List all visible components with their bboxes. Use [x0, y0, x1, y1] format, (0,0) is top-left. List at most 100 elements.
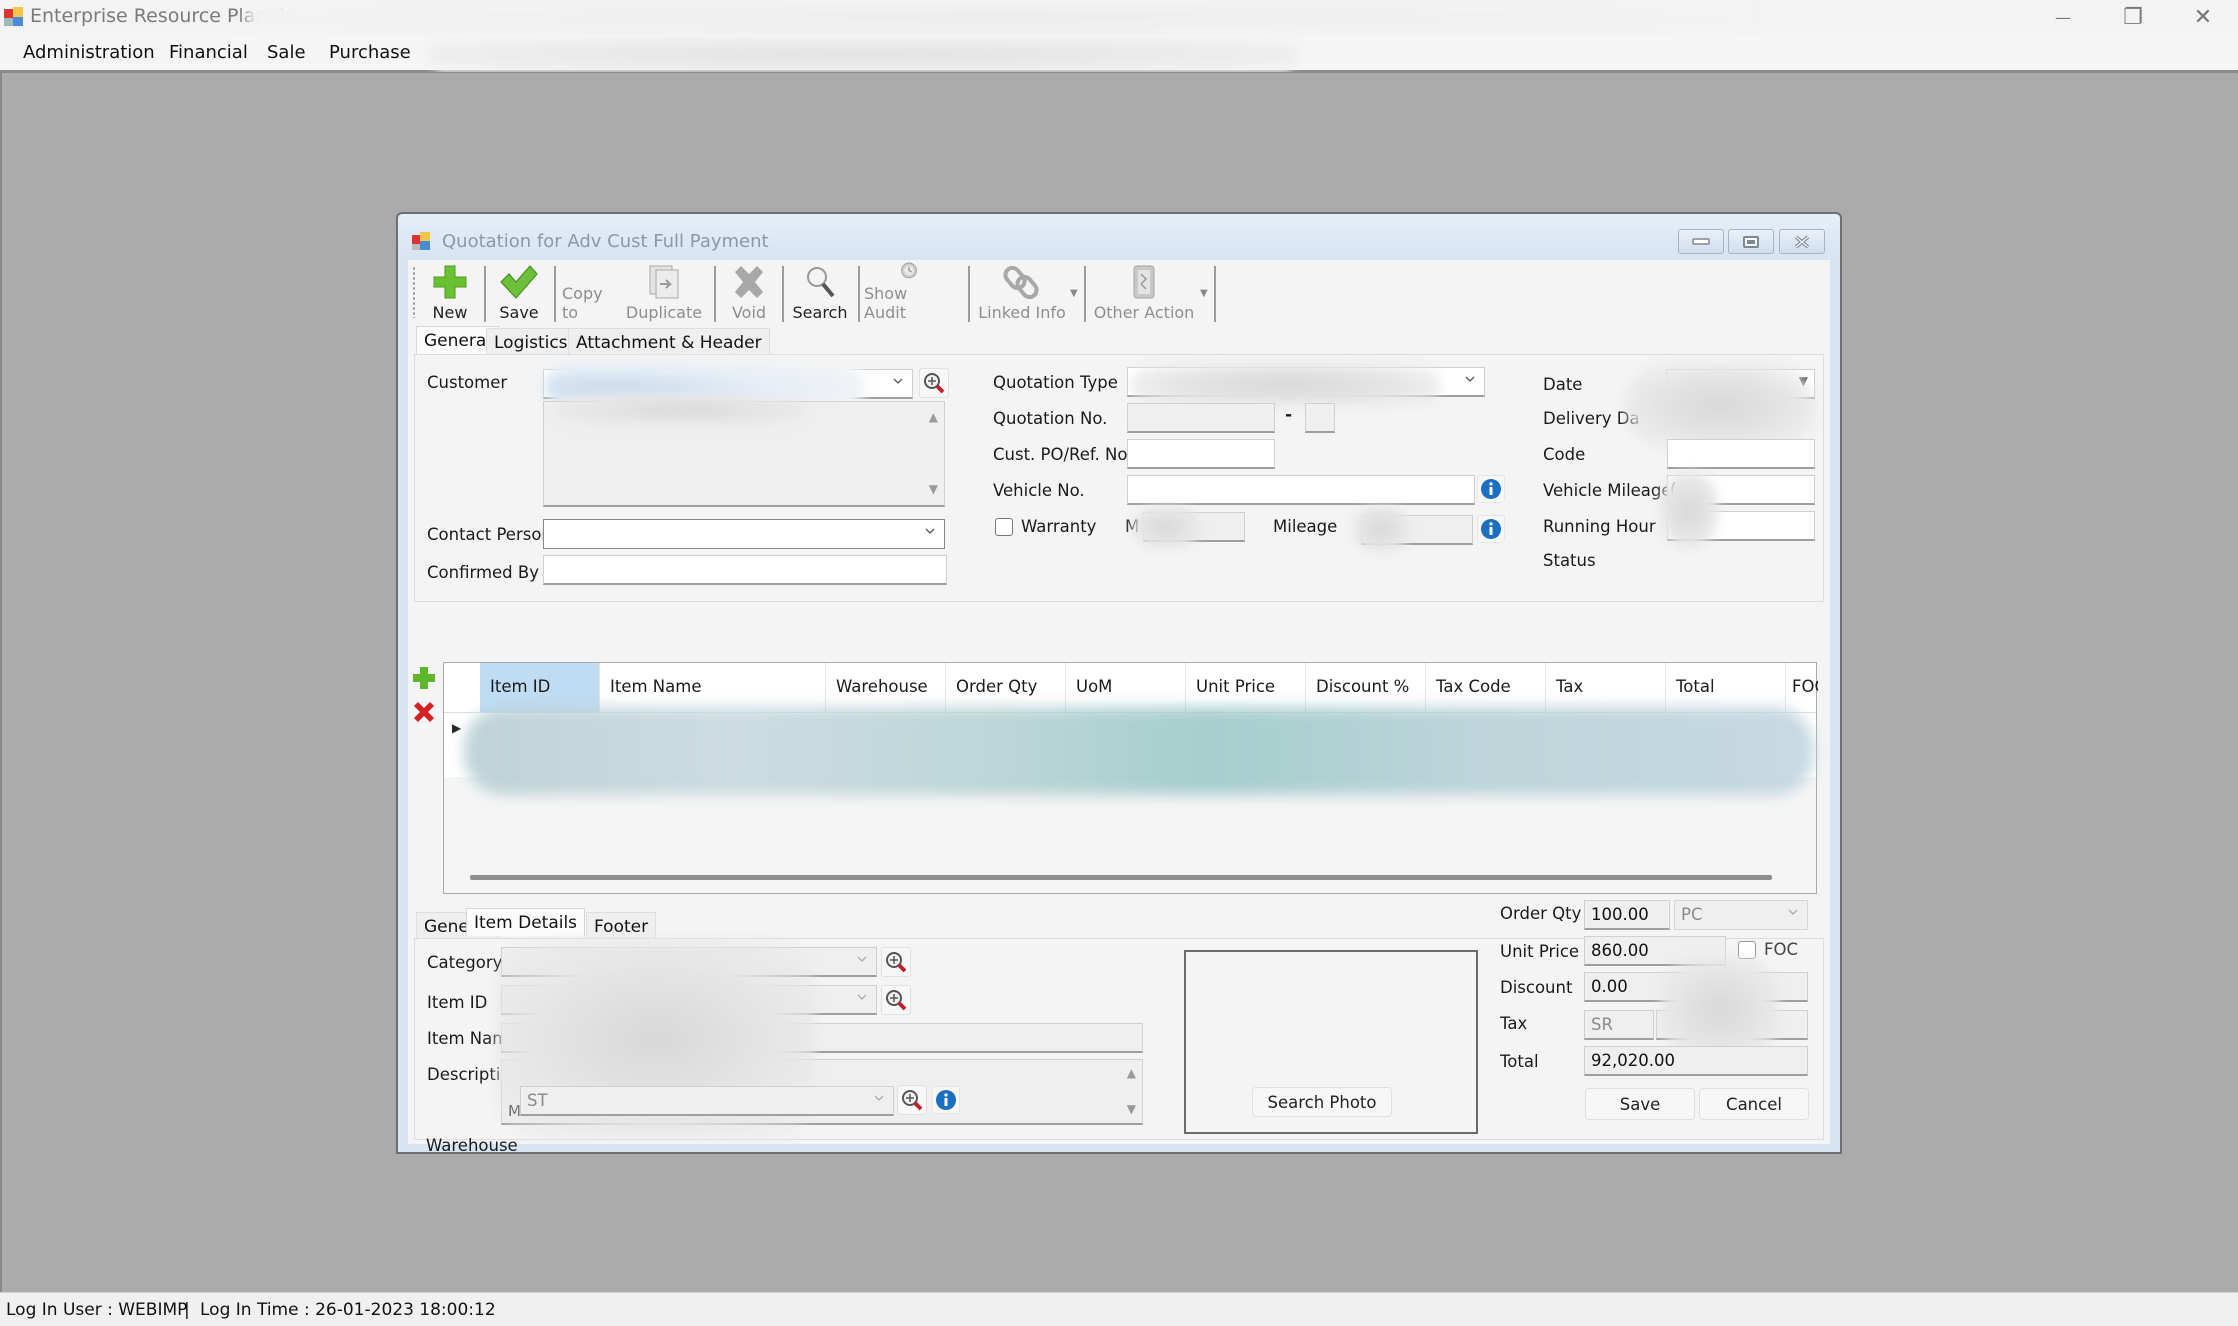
close-button[interactable]: ✕ [2168, 0, 2238, 34]
menu-purchase[interactable]: Purchase [318, 39, 422, 66]
column-header-discount[interactable]: Discount % [1306, 663, 1426, 713]
linked-info-dropdown-icon[interactable]: ▼ [1070, 288, 1078, 299]
other-action-dropdown-icon[interactable]: ▼ [1200, 288, 1208, 299]
code-input[interactable] [1667, 439, 1815, 469]
order-qty-input[interactable]: 100.00 [1584, 900, 1670, 930]
linked-info-button[interactable]: Linked Info [974, 262, 1070, 324]
minimize-button[interactable]: — [2028, 0, 2098, 34]
detail-tab-footer[interactable]: Footer [586, 912, 657, 940]
detail-tab-item-details[interactable]: Item Details [466, 908, 586, 936]
column-header-total[interactable]: Total [1666, 663, 1786, 713]
restore-button[interactable]: ❐ [2098, 0, 2168, 34]
dialog-maximize-button[interactable] [1728, 229, 1774, 254]
total-input[interactable]: 92,020.00 [1584, 1046, 1808, 1076]
item-cancel-button[interactable]: Cancel [1699, 1088, 1809, 1120]
add-row-button[interactable] [410, 664, 438, 692]
status-label: Status [1543, 551, 1596, 570]
redacted-address [555, 395, 805, 425]
scroll-down-icon[interactable]: ▼ [929, 482, 938, 496]
uom-value: PC [1681, 905, 1703, 924]
chevron-down-icon [893, 378, 903, 384]
column-header-warehouse[interactable]: Warehouse [826, 663, 946, 713]
quotation-type-label: Quotation Type [993, 373, 1118, 392]
redacted-mileage [1351, 505, 1411, 553]
column-header-unit-price[interactable]: Unit Price [1186, 663, 1306, 713]
row-selector-icon: ▶ [452, 721, 462, 735]
dialog-title-bar[interactable]: Quotation for Adv Cust Full Payment [398, 214, 1840, 260]
column-header-item-name[interactable]: Item Name [600, 663, 826, 713]
column-header-tax-code[interactable]: Tax Code [1426, 663, 1546, 713]
tab-attachment-header[interactable]: Attachment & Header [568, 328, 770, 356]
order-qty-value: 100.00 [1591, 905, 1649, 924]
minimize-icon: — [2055, 7, 2071, 27]
vehicle-no-label: Vehicle No. [993, 481, 1085, 500]
uom-combobox[interactable]: PC [1674, 900, 1808, 930]
magnifier-plus-icon [924, 373, 945, 394]
code-label: Code [1543, 445, 1586, 464]
dialog-close-button[interactable] [1779, 229, 1825, 254]
column-header-item-id[interactable]: Item ID [480, 663, 600, 713]
show-audit-button[interactable]: Show Audit [864, 262, 954, 324]
search-photo-button[interactable]: Search Photo [1252, 1087, 1392, 1117]
chevron-down-icon [1788, 909, 1798, 915]
scroll-down-icon[interactable]: ▼ [1127, 1102, 1136, 1116]
redacted-title-area [248, 2, 1748, 32]
delete-row-button[interactable] [410, 698, 438, 726]
tab-logistics[interactable]: Logistics [486, 328, 576, 356]
menu-sale[interactable]: Sale [256, 39, 317, 66]
vehicle-info-button[interactable] [1477, 475, 1505, 503]
copy-to-label: Copy to [562, 284, 603, 322]
general-panel: Customer AEROSPACE ▲ ▼ Contact Person Co… [414, 354, 1824, 602]
customer-search-button[interactable] [919, 368, 949, 398]
column-header-order-qty[interactable]: Order Qty [946, 663, 1066, 713]
new-button[interactable]: New [422, 262, 478, 324]
scroll-up-icon[interactable]: ▲ [929, 410, 938, 424]
warehouse-combobox[interactable]: ST [520, 1086, 894, 1116]
warehouse-info-button[interactable] [932, 1086, 960, 1114]
dialog-minimize-button[interactable] [1678, 229, 1724, 254]
quotation-no-input[interactable] [1127, 403, 1275, 433]
plus-icon [433, 265, 467, 299]
duplicate-label: Duplicate [625, 303, 703, 322]
total-label: Total [1500, 1052, 1539, 1071]
chevron-down-icon [857, 994, 867, 1000]
menu-financial[interactable]: Financial [158, 39, 259, 66]
void-button[interactable]: Void [720, 262, 778, 324]
other-action-button[interactable]: Other Action [1092, 262, 1196, 324]
toolbar-separator [1084, 266, 1086, 322]
tax-label: Tax [1500, 1014, 1528, 1033]
item-save-button[interactable]: Save [1585, 1088, 1695, 1120]
foc-label: FOC [1764, 940, 1798, 959]
info-icon [936, 1090, 956, 1110]
category-search-button[interactable] [881, 947, 911, 977]
quotation-no-suffix[interactable] [1305, 403, 1335, 433]
save-toolbar-button[interactable]: Save [490, 262, 548, 324]
menu-administration[interactable]: Administration [12, 39, 166, 66]
maximize-icon [1743, 235, 1759, 248]
tax-code-combobox[interactable]: SR [1584, 1010, 1654, 1040]
duplicate-button[interactable]: Duplicate [622, 262, 706, 324]
copy-to-button[interactable]: Copy to [562, 262, 620, 324]
vehicle-no-input[interactable] [1127, 475, 1475, 505]
magnifier-plus-icon [902, 1090, 923, 1111]
grid-horizontal-scrollbar[interactable] [470, 875, 1772, 880]
status-bar: Log In User : WEBIMP | Log In Time : 26-… [0, 1292, 2238, 1326]
confirmed-by-input[interactable] [543, 555, 947, 585]
restore-icon: ❐ [2123, 4, 2143, 30]
column-header-tax[interactable]: Tax [1546, 663, 1666, 713]
search-label: Search [792, 303, 848, 322]
scroll-up-icon[interactable]: ▲ [1127, 1066, 1136, 1080]
column-header-uom[interactable]: UoM [1066, 663, 1186, 713]
mileage-info-button[interactable] [1477, 515, 1505, 543]
contact-person-combobox[interactable] [543, 519, 945, 549]
order-qty-label: Order Qty [1500, 904, 1582, 923]
search-toolbar-button[interactable]: Search [788, 262, 852, 324]
warehouse-search-button[interactable] [897, 1085, 927, 1115]
item-id-search-button[interactable] [881, 985, 911, 1015]
cust-po-input[interactable] [1127, 439, 1275, 469]
category-label: Category [427, 953, 503, 972]
toolbar-grip[interactable] [412, 266, 416, 318]
column-header-foc[interactable]: FOC [1786, 663, 1818, 713]
warranty-checkbox[interactable] [995, 518, 1013, 536]
quotation-no-dash: - [1285, 405, 1293, 425]
